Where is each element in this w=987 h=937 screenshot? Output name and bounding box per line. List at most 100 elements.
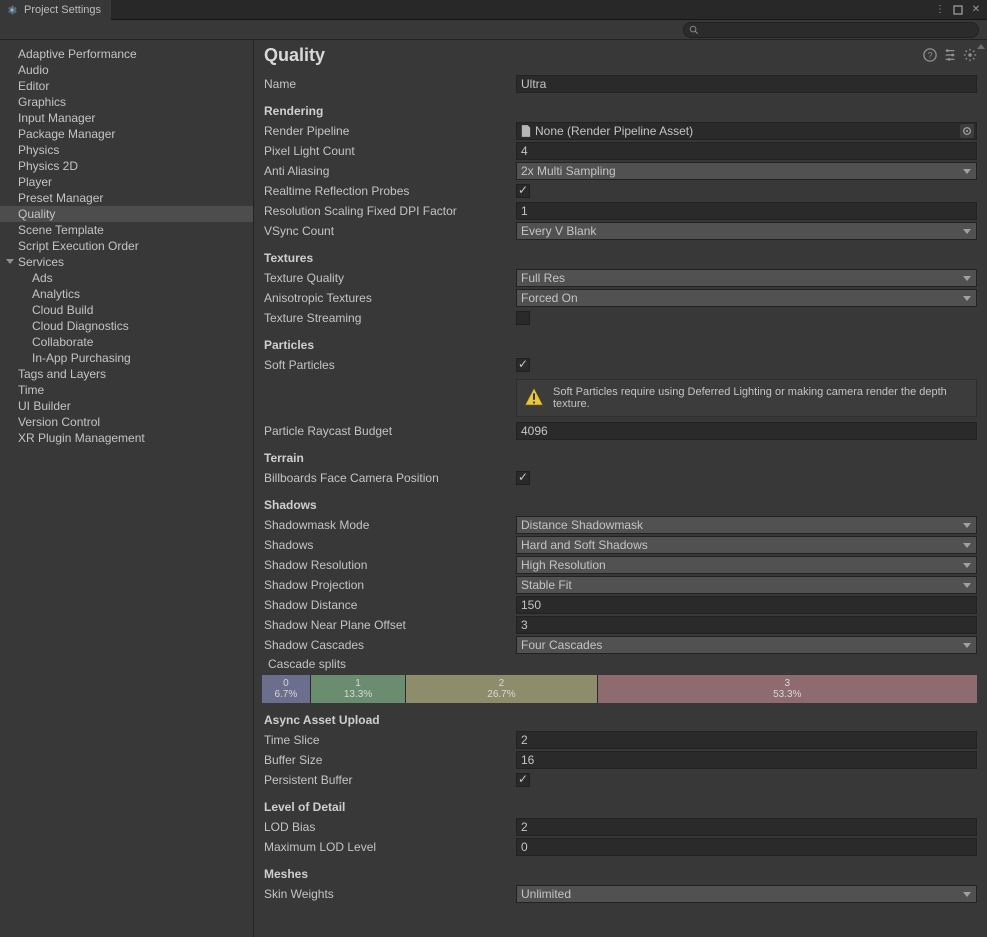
sidebar-item-physics[interactable]: Physics [0,142,253,158]
vsync-dropdown[interactable]: Every V Blank [516,222,977,240]
searchbar [0,20,987,40]
cascade-segment-2[interactable]: 226.7% [406,675,597,703]
max-lod-input[interactable] [516,838,977,856]
lod-bias-label: LOD Bias [262,820,512,834]
shadow-projection-dropdown[interactable]: Stable Fit [516,576,977,594]
sidebar-item-analytics[interactable]: Analytics [0,286,253,302]
kebab-icon[interactable]: ⋮ [933,3,947,17]
res-scaling-input[interactable] [516,202,977,220]
sidebar-item-label: Player [18,175,52,189]
cascade-segment-1[interactable]: 113.3% [311,675,407,703]
soft-particles-checkbox[interactable] [516,358,530,372]
meshes-heading: Meshes [262,867,977,881]
sidebar-item-collaborate[interactable]: Collaborate [0,334,253,350]
persistent-buffer-label: Persistent Buffer [262,773,512,787]
lod-heading: Level of Detail [262,800,977,814]
skin-weights-dropdown[interactable]: Unlimited [516,885,977,903]
sidebar-item-label: Physics 2D [18,159,78,173]
particle-raycast-input[interactable] [516,422,977,440]
search-icon [689,25,699,35]
shadows-heading: Shadows [262,498,977,512]
anti-aliasing-dropdown[interactable]: 2x Multi Sampling [516,162,977,180]
texture-quality-dropdown[interactable]: Full Res [516,269,977,287]
sidebar-item-graphics[interactable]: Graphics [0,94,253,110]
scroll-to-top-icon[interactable] [977,44,985,49]
sidebar-item-tags-and-layers[interactable]: Tags and Layers [0,366,253,382]
help-icon[interactable]: ? [923,48,937,62]
billboards-checkbox[interactable] [516,471,530,485]
sidebar-item-label: Package Manager [18,127,115,141]
anti-aliasing-label: Anti Aliasing [262,164,512,178]
settings-icon [6,4,18,16]
sidebar-item-audio[interactable]: Audio [0,62,253,78]
render-pipeline-field[interactable]: None (Render Pipeline Asset) [516,122,977,140]
sidebar-item-quality[interactable]: Quality [0,206,253,222]
aniso-label: Anisotropic Textures [262,291,512,305]
rendering-heading: Rendering [262,104,977,118]
sidebar-item-input-manager[interactable]: Input Manager [0,110,253,126]
sidebar-item-time[interactable]: Time [0,382,253,398]
shadowmask-dropdown[interactable]: Distance Shadowmask [516,516,977,534]
time-slice-input[interactable] [516,731,977,749]
shadow-near-input[interactable] [516,616,977,634]
soft-particles-warning: Soft Particles require using Deferred Li… [516,379,977,417]
buffer-size-input[interactable] [516,751,977,769]
sidebar-item-label: Cloud Build [32,303,93,317]
sidebar-item-editor[interactable]: Editor [0,78,253,94]
realtime-reflection-checkbox[interactable] [516,184,530,198]
sidebar-item-ui-builder[interactable]: UI Builder [0,398,253,414]
sidebar-item-services[interactable]: Services [0,254,253,270]
shadow-cascades-dropdown[interactable]: Four Cascades [516,636,977,654]
sidebar-item-preset-manager[interactable]: Preset Manager [0,190,253,206]
name-input[interactable] [516,75,977,93]
pixel-light-count-label: Pixel Light Count [262,144,512,158]
particle-raycast-label: Particle Raycast Budget [262,424,512,438]
sidebar-item-label: XR Plugin Management [18,431,145,445]
sidebar-item-label: Ads [32,271,53,285]
textures-heading: Textures [262,251,977,265]
sidebar-item-scene-template[interactable]: Scene Template [0,222,253,238]
sidebar-item-version-control[interactable]: Version Control [0,414,253,430]
sidebar-item-label: Physics [18,143,59,157]
lod-bias-input[interactable] [516,818,977,836]
sliders-icon[interactable] [943,48,957,62]
sidebar-item-cloud-build[interactable]: Cloud Build [0,302,253,318]
sidebar-item-label: Quality [18,207,55,221]
window-tab[interactable]: Project Settings [0,0,111,20]
sidebar-item-in-app-purchasing[interactable]: In-App Purchasing [0,350,253,366]
texture-streaming-checkbox[interactable] [516,311,530,325]
warning-icon [523,386,545,408]
sidebar-item-package-manager[interactable]: Package Manager [0,126,253,142]
maximize-icon[interactable] [951,3,965,17]
sidebar-item-label: Time [18,383,44,397]
shadow-distance-input[interactable] [516,596,977,614]
shadow-cascades-label: Shadow Cascades [262,638,512,652]
aniso-dropdown[interactable]: Forced On [516,289,977,307]
sidebar-item-cloud-diagnostics[interactable]: Cloud Diagnostics [0,318,253,334]
sidebar-item-physics-2d[interactable]: Physics 2D [0,158,253,174]
shadows-dropdown[interactable]: Hard and Soft Shadows [516,536,977,554]
gear-icon[interactable] [963,48,977,62]
object-picker-icon[interactable] [960,124,974,138]
shadow-distance-label: Shadow Distance [262,598,512,612]
page-title: Quality [264,45,325,66]
sidebar-item-label: Tags and Layers [18,367,106,381]
search-input[interactable] [683,22,979,38]
sidebar-item-label: Audio [18,63,49,77]
sidebar-item-player[interactable]: Player [0,174,253,190]
sidebar-item-xr-plugin-management[interactable]: XR Plugin Management [0,430,253,446]
sidebar-item-adaptive-performance[interactable]: Adaptive Performance [0,46,253,62]
content: Quality ? Name Rendering Render Pipeline… [254,40,987,937]
pixel-light-count-input[interactable] [516,142,977,160]
sidebar-item-script-execution-order[interactable]: Script Execution Order [0,238,253,254]
cascade-segment-0[interactable]: 06.7% [262,675,311,703]
shadow-resolution-dropdown[interactable]: High Resolution [516,556,977,574]
sidebar-item-ads[interactable]: Ads [0,270,253,286]
close-icon[interactable]: ✕ [969,3,983,17]
skin-weights-label: Skin Weights [262,887,512,901]
cascade-segment-3[interactable]: 353.3% [598,675,978,703]
persistent-buffer-checkbox[interactable] [516,773,530,787]
cascade-splits[interactable]: 06.7%113.3%226.7%353.3% [262,675,977,703]
sidebar: Adaptive PerformanceAudioEditorGraphicsI… [0,40,254,937]
buffer-size-label: Buffer Size [262,753,512,767]
